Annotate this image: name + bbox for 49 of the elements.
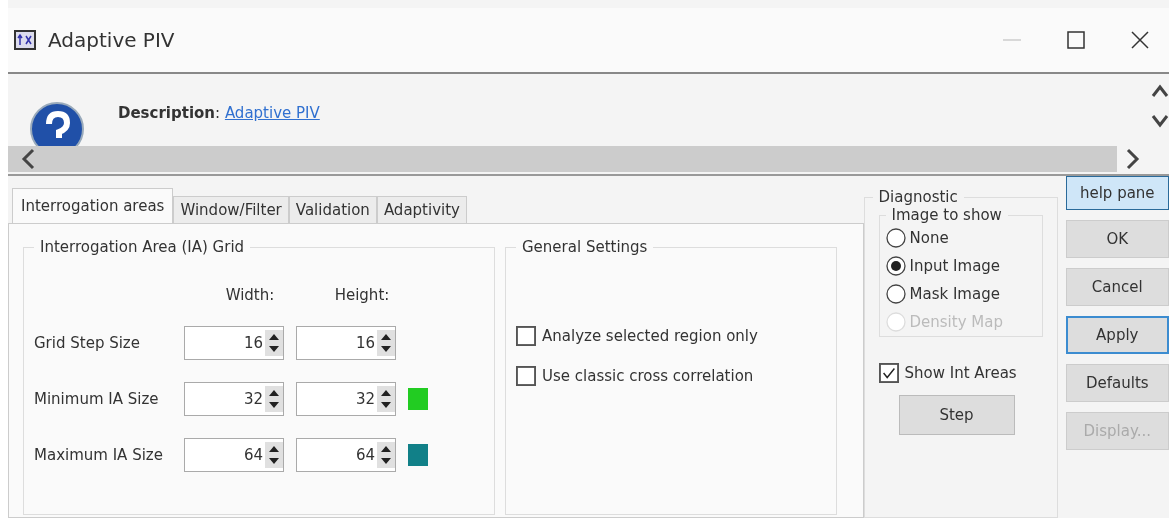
description-text: Description: Adaptive PIV [118, 104, 320, 122]
step-button[interactable]: Step [898, 395, 1015, 435]
checkbox-label: Analyze selected region only [542, 327, 758, 345]
tab[interactable]: Window/Filter [173, 196, 289, 223]
radio-button[interactable] [885, 256, 906, 276]
number-spinner[interactable]: 32 [296, 382, 396, 416]
color-swatch[interactable] [408, 388, 428, 410]
scroll-right-icon[interactable] [1125, 148, 1141, 170]
checkbox-label: Show Int Areas [904, 364, 1017, 382]
dialog-button[interactable]: help pane [1065, 176, 1169, 210]
row-label: Maximum IA Size [34, 446, 164, 464]
group-title: Interrogation Area (IA) Grid [39, 238, 246, 256]
group-title: Diagnostic [877, 188, 959, 206]
number-spinner[interactable]: 16 [296, 326, 396, 360]
checkbox[interactable] [516, 326, 536, 346]
scroll-left-icon[interactable] [20, 148, 36, 170]
group-title: General Settings [521, 238, 649, 256]
scroll-down-icon[interactable] [1151, 114, 1169, 128]
color-swatch[interactable] [408, 444, 428, 466]
tab[interactable]: Adaptivity [376, 196, 467, 223]
app-icon [14, 30, 36, 50]
tab[interactable]: Interrogation areas [12, 188, 174, 223]
radio-label: None [909, 229, 949, 247]
row-label: Grid Step Size [34, 334, 141, 352]
column-header: Height: [333, 286, 391, 304]
tab[interactable]: Validation [288, 196, 377, 223]
dialog-button[interactable]: OK [1065, 220, 1169, 258]
column-header: Width: [224, 286, 276, 304]
radio-label: Density Map [909, 313, 1003, 331]
group-title: Image to show [890, 206, 1003, 224]
scrollbar-track[interactable] [8, 146, 1117, 172]
checkbox[interactable] [516, 366, 536, 386]
checkbox[interactable] [878, 363, 899, 383]
number-spinner[interactable]: 64 [296, 438, 396, 472]
checkbox-label: Use classic cross correlation [542, 367, 754, 385]
window-title: Adaptive PIV [48, 28, 176, 52]
dialog-button[interactable]: Defaults [1065, 364, 1169, 402]
number-spinner[interactable]: 16 [184, 326, 284, 360]
radio-button[interactable] [885, 284, 906, 304]
number-spinner[interactable]: 64 [184, 438, 284, 472]
number-spinner[interactable]: 32 [184, 382, 284, 416]
scroll-up-icon[interactable] [1151, 84, 1169, 98]
radio-button[interactable] [885, 228, 906, 248]
row-label: Minimum IA Size [34, 390, 160, 408]
dialog-button[interactable]: Cancel [1065, 268, 1169, 306]
radio-label: Mask Image [909, 285, 1000, 303]
radio-label: Input Image [909, 257, 1001, 275]
dialog-button[interactable]: Apply [1065, 316, 1169, 354]
description-link[interactable]: Adaptive PIV [224, 104, 320, 122]
